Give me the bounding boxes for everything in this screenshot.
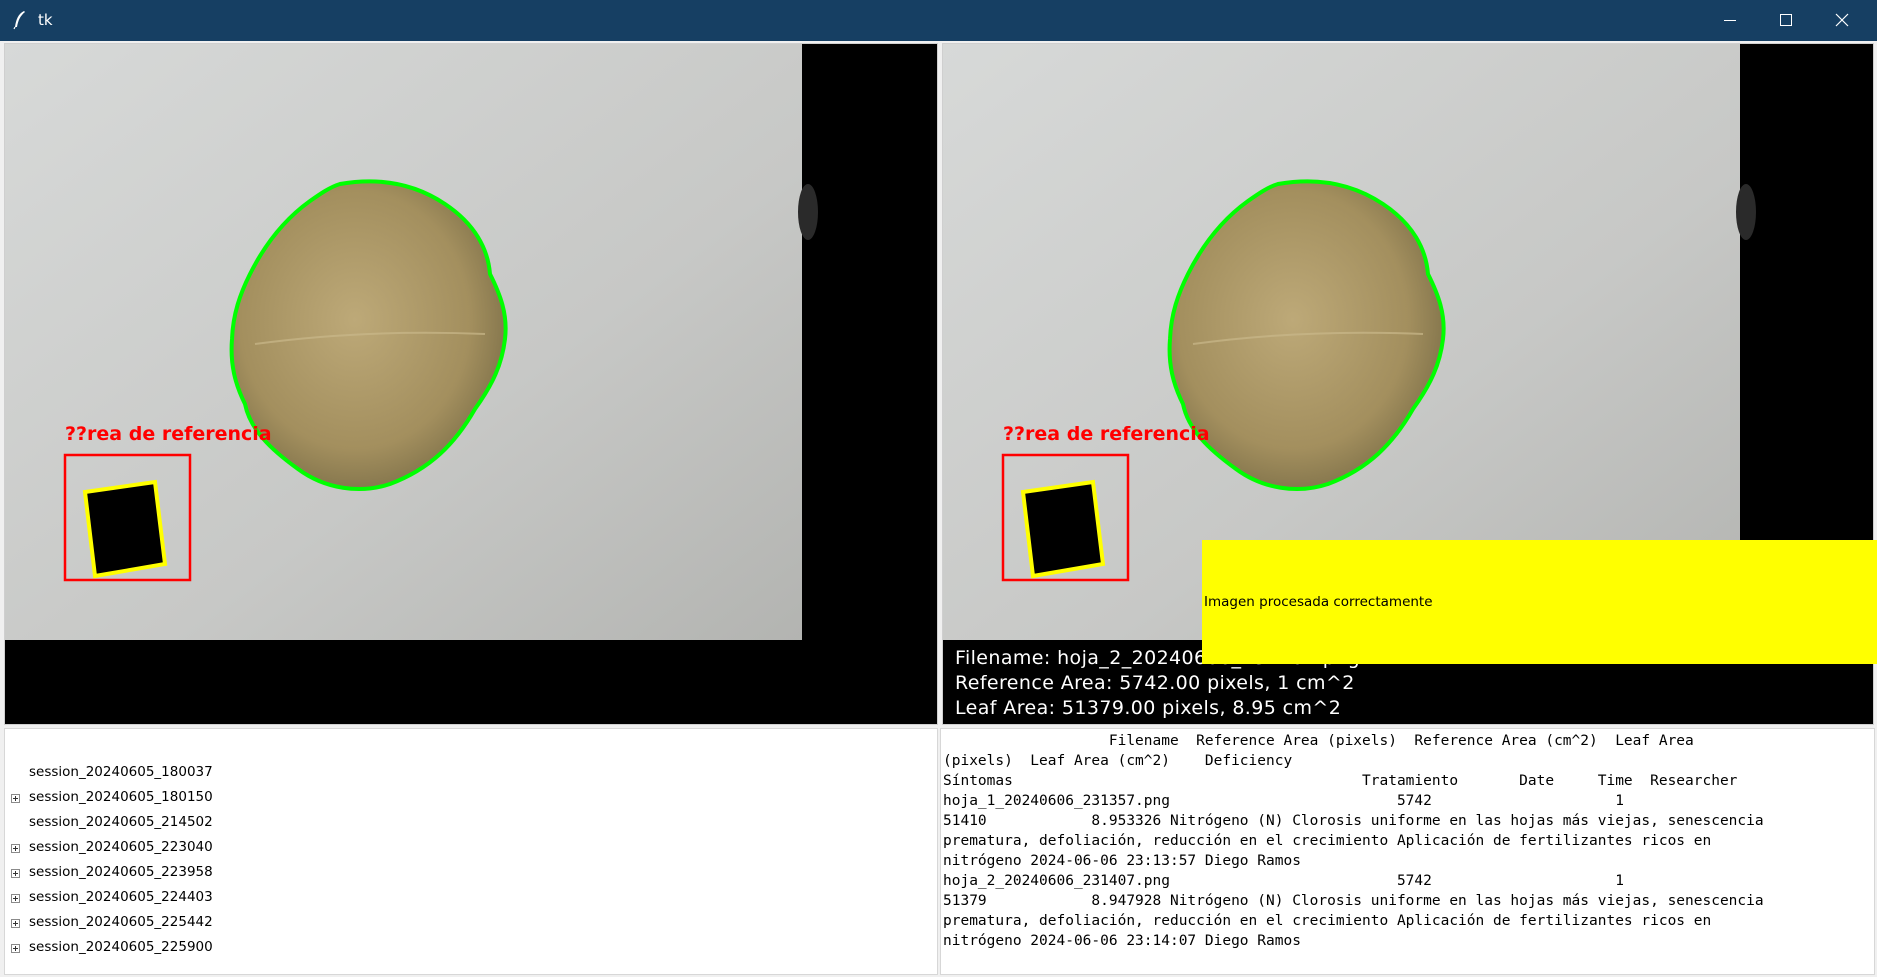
expand-icon[interactable] bbox=[11, 869, 20, 878]
tree-item-label: session_20240605_180037 bbox=[29, 764, 213, 780]
results-line: hoja_2_20240606_231407.png 5742 1 bbox=[943, 873, 1624, 889]
title-bar: tk bbox=[0, 0, 1877, 41]
session-tree[interactable]: session_20240605_180037 session_20240605… bbox=[4, 728, 938, 975]
tree-item-session[interactable]: session_20240605_180150 bbox=[5, 788, 937, 813]
status-message: Imagen procesada correctamente bbox=[1204, 594, 1433, 610]
reference-square bbox=[82, 479, 168, 579]
tree-item-session[interactable]: session_20240605_225442 bbox=[5, 913, 937, 938]
tree-item-label: session_20240605_225442 bbox=[29, 914, 213, 930]
tree-item-session[interactable]: session_20240605_225900 bbox=[5, 938, 937, 963]
results-line: (pixels) Leaf Area (cm^2) Deficiency bbox=[943, 753, 1293, 769]
results-line: Filename Reference Area (pixels) Referen… bbox=[943, 733, 1694, 749]
expand-icon[interactable] bbox=[11, 944, 20, 953]
minimize-button[interactable] bbox=[1703, 0, 1759, 41]
results-line: nitrógeno 2024-06-06 23:14:07 Diego Ramo… bbox=[943, 933, 1301, 949]
results-text-area[interactable]: Filename Reference Area (pixels) Referen… bbox=[940, 728, 1875, 975]
reference-area-label: ??rea de referencia bbox=[65, 423, 272, 445]
original-image-panel: ??rea de referencia bbox=[4, 43, 938, 725]
expand-icon[interactable] bbox=[11, 844, 20, 853]
maximize-button[interactable] bbox=[1759, 0, 1815, 41]
window-title: tk bbox=[38, 11, 53, 29]
close-button[interactable] bbox=[1815, 0, 1871, 41]
tree-item-label: session_20240605_224403 bbox=[29, 889, 213, 905]
tree-item-label: session_20240605_225900 bbox=[29, 939, 213, 955]
reference-square bbox=[1020, 479, 1106, 579]
minimize-icon bbox=[1724, 20, 1736, 21]
results-line: nitrógeno 2024-06-06 23:13:57 Diego Ramo… bbox=[943, 853, 1301, 869]
tree-item-session[interactable]: session_20240605_180037 bbox=[5, 763, 937, 788]
overlay-reference-area: Reference Area: 5742.00 pixels, 1 cm^2 bbox=[955, 672, 1355, 694]
close-icon bbox=[1835, 13, 1849, 27]
results-line: 51410 8.953326 Nitrógeno (N) Clorosis un… bbox=[943, 813, 1764, 829]
tree-item-label: session_20240605_214502 bbox=[29, 814, 213, 830]
tree-item-session[interactable]: session_20240605_224403 bbox=[5, 888, 937, 913]
original-leaf-image: ??rea de referencia bbox=[5, 44, 818, 640]
feather-icon bbox=[13, 11, 25, 30]
reference-area-label: ??rea de referencia bbox=[1003, 423, 1210, 445]
tree-item-session[interactable]: session_20240605_223958 bbox=[5, 863, 937, 888]
results-line: Síntomas Tratamiento Date Time Researche… bbox=[943, 773, 1738, 789]
overlay-leaf-area: Leaf Area: 51379.00 pixels, 8.95 cm^2 bbox=[955, 697, 1342, 719]
tree-item-label: session_20240605_223040 bbox=[29, 839, 213, 855]
expand-icon[interactable] bbox=[11, 919, 20, 928]
tree-item-session[interactable]: session_20240605_214502 bbox=[5, 813, 937, 838]
tree-item-session[interactable]: session_20240605_223040 bbox=[5, 838, 937, 863]
expand-icon[interactable] bbox=[11, 794, 20, 803]
results-line: prematura, defoliación, reducción en el … bbox=[943, 913, 1712, 929]
tree-item-label: session_20240605_180150 bbox=[29, 789, 213, 805]
results-line: hoja_1_20240606_231357.png 5742 1 bbox=[943, 793, 1624, 809]
results-line: prematura, defoliación, reducción en el … bbox=[943, 833, 1712, 849]
status-message-box: Imagen procesada correctamente bbox=[1202, 540, 1877, 664]
tree-item-label: session_20240605_223958 bbox=[29, 864, 213, 880]
maximize-icon bbox=[1780, 14, 1792, 26]
results-line: 51379 8.947928 Nitrógeno (N) Clorosis un… bbox=[943, 893, 1764, 909]
expand-icon[interactable] bbox=[11, 894, 20, 903]
